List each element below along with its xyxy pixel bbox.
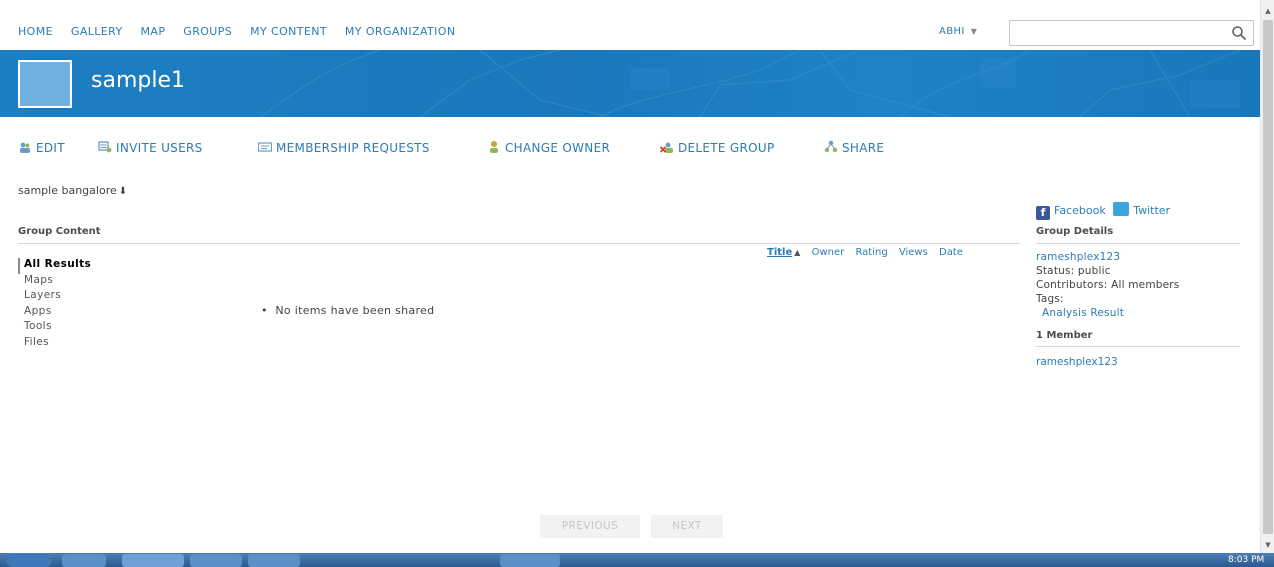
scroll-down-icon[interactable]: ▼ xyxy=(1261,538,1274,552)
search-box xyxy=(1009,20,1254,46)
map-texture xyxy=(259,50,1241,117)
taskbar-app-active[interactable] xyxy=(500,554,560,567)
group-details: rameshplex123 Status: public Contributor… xyxy=(1036,250,1179,320)
expand-arrow-icon: ⬇︎ xyxy=(118,186,128,197)
search-icon[interactable] xyxy=(1231,25,1247,41)
share-button[interactable]: SHARE xyxy=(824,140,884,155)
change-owner-button[interactable]: CHANGE OWNER xyxy=(487,140,610,155)
twitter-link[interactable]: Twitter xyxy=(1113,202,1170,217)
chevron-down-icon: ▼ xyxy=(970,27,978,36)
social-links: f Facebook Twitter xyxy=(1036,202,1174,220)
nav-gallery[interactable]: GALLERY xyxy=(71,25,123,38)
search-input[interactable] xyxy=(1010,21,1225,45)
top-nav: HOME GALLERY MAP GROUPS MY CONTENT MY OR… xyxy=(0,8,1260,48)
members-heading: 1 Member xyxy=(1036,330,1240,347)
start-button[interactable] xyxy=(6,554,52,567)
membership-card-icon xyxy=(258,142,272,152)
delete-group-label: DELETE GROUP xyxy=(678,141,775,155)
next-button[interactable]: NEXT xyxy=(651,515,723,538)
membership-requests-label: MEMBERSHIP REQUESTS xyxy=(276,141,430,155)
edit-group-icon xyxy=(20,142,30,153)
nav-my-organization[interactable]: MY ORGANIZATION xyxy=(345,25,456,38)
user-menu[interactable]: ABHI ▼ xyxy=(939,26,977,37)
facebook-label: Facebook xyxy=(1054,204,1106,217)
group-content-heading: Group Content xyxy=(18,226,1020,244)
share-icon xyxy=(824,140,838,153)
scrollbar-thumb[interactable] xyxy=(1263,20,1273,534)
windows-taskbar: 8:03 PM xyxy=(0,553,1274,567)
group-title: sample1 xyxy=(91,68,185,93)
group-tags-label: Tags: xyxy=(1036,293,1064,305)
member-link[interactable]: rameshplex123 xyxy=(1036,356,1118,368)
facebook-icon: f xyxy=(1036,206,1050,220)
sort-owner[interactable]: Owner xyxy=(812,247,845,258)
taskbar-app-notes[interactable] xyxy=(248,554,300,567)
filter-tools[interactable]: Tools xyxy=(18,320,91,336)
taskbar-app-browser[interactable] xyxy=(190,554,242,567)
invite-users-button[interactable]: INVITE USERS xyxy=(98,140,203,155)
group-thumbnail xyxy=(18,60,72,108)
group-status: Status: public xyxy=(1036,265,1111,277)
twitter-label: Twitter xyxy=(1133,204,1171,217)
delete-group-icon xyxy=(660,142,673,153)
sort-bar: Title ▲ Owner Rating Views Date xyxy=(767,247,971,258)
nav-map[interactable]: MAP xyxy=(141,25,166,38)
group-banner: sample1 xyxy=(0,50,1260,117)
bullet-icon: • xyxy=(261,304,276,317)
nav-groups[interactable]: GROUPS xyxy=(183,25,232,38)
group-details-heading: Group Details xyxy=(1036,226,1240,244)
nav-links: HOME GALLERY MAP GROUPS MY CONTENT MY OR… xyxy=(18,25,470,38)
browser-page: HOME GALLERY MAP GROUPS MY CONTENT MY OR… xyxy=(0,0,1274,567)
group-description: sample bangalore xyxy=(18,184,117,197)
empty-message-text: No items have been shared xyxy=(275,304,435,317)
sort-rating[interactable]: Rating xyxy=(855,247,887,258)
invite-users-label: INVITE USERS xyxy=(116,141,203,155)
filter-maps[interactable]: Maps xyxy=(18,274,91,290)
vertical-scrollbar[interactable]: ▲ ▼ xyxy=(1260,0,1274,553)
taskbar-clock: 8:03 PM xyxy=(1228,555,1265,565)
previous-button[interactable]: PREVIOUS xyxy=(540,515,640,538)
content-filters: All Results Maps Layers Apps Tools Files xyxy=(18,258,91,351)
empty-message: • No items have been shared xyxy=(261,304,434,317)
group-contributors: Contributors: All members xyxy=(1036,279,1180,291)
group-description-toggle[interactable]: sample bangalore ⬇︎ xyxy=(18,184,127,197)
membership-requests-button[interactable]: MEMBERSHIP REQUESTS xyxy=(258,140,430,155)
nav-my-content[interactable]: MY CONTENT xyxy=(250,25,327,38)
taskbar-app-ie[interactable] xyxy=(62,554,106,567)
filter-all-results[interactable]: All Results xyxy=(18,258,91,274)
facebook-link[interactable]: f Facebook xyxy=(1036,204,1106,220)
scroll-up-icon[interactable]: ▲ xyxy=(1261,4,1274,18)
delete-group-button[interactable]: DELETE GROUP xyxy=(660,140,775,155)
sort-views[interactable]: Views xyxy=(899,247,928,258)
edit-button[interactable]: EDIT xyxy=(18,140,65,155)
invite-users-icon xyxy=(98,141,112,153)
sort-date[interactable]: Date xyxy=(939,247,963,258)
taskbar-app-explorer[interactable] xyxy=(122,554,184,567)
nav-home[interactable]: HOME xyxy=(18,25,53,38)
tag-link[interactable]: Analysis Result xyxy=(1036,306,1179,320)
change-owner-label: CHANGE OWNER xyxy=(505,141,611,155)
change-owner-icon xyxy=(490,141,498,153)
user-name: ABHI xyxy=(939,26,965,37)
group-owner-link[interactable]: rameshplex123 xyxy=(1036,250,1179,264)
share-label: SHARE xyxy=(842,141,885,155)
filter-files[interactable]: Files xyxy=(18,336,91,352)
filter-apps[interactable]: Apps xyxy=(18,305,91,321)
filter-layers[interactable]: Layers xyxy=(18,289,91,305)
edit-label: EDIT xyxy=(36,141,65,155)
twitter-icon xyxy=(1113,202,1130,216)
sort-title[interactable]: Title xyxy=(767,247,792,258)
sort-ascending-icon: ▲ xyxy=(794,248,801,257)
